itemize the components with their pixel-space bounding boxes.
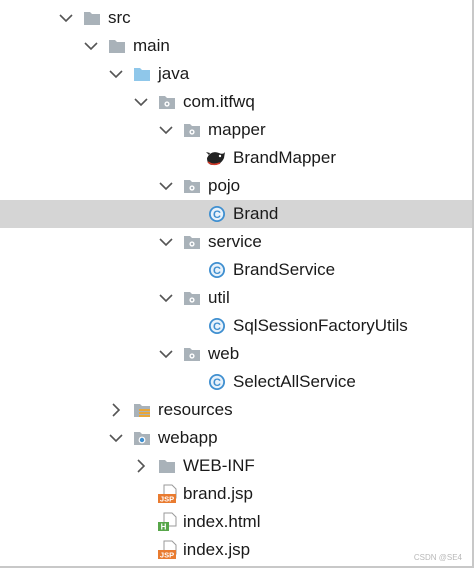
tree-item-sqlsessionfactoryutils[interactable]: C SqlSessionFactoryUtils — [0, 312, 472, 340]
tree-item-label: SqlSessionFactoryUtils — [233, 316, 408, 335]
tree-item-src[interactable]: src — [0, 4, 472, 32]
package-icon — [183, 289, 201, 307]
tree-item-label: BrandService — [233, 260, 336, 279]
mybatis-mapper-icon — [205, 149, 227, 167]
folder-gray-icon — [83, 9, 101, 27]
tree-item-label: util — [208, 288, 230, 307]
package-icon — [183, 345, 201, 363]
package-icon — [183, 121, 201, 139]
folder-gray-icon — [158, 457, 176, 475]
svg-text:C: C — [213, 265, 221, 277]
tree-item-label: java — [158, 64, 190, 83]
tree-item-label: Brand — [233, 204, 279, 223]
svg-text:JSP: JSP — [160, 495, 174, 504]
resources-folder-icon — [133, 401, 151, 419]
tree-item-label: resources — [158, 400, 233, 419]
folder-gray-icon — [108, 37, 126, 55]
tree-item-label: com.itfwq — [183, 92, 255, 111]
tree-item-label: index.html — [183, 512, 261, 531]
tree-item-label: webapp — [158, 428, 218, 447]
tree-item-label: SelectAllService — [233, 372, 356, 391]
chevron-down-icon[interactable] — [158, 234, 174, 250]
tree-item-util[interactable]: util — [0, 284, 472, 312]
chevron-down-icon[interactable] — [83, 38, 99, 54]
chevron-down-icon[interactable] — [158, 290, 174, 306]
tree-item-index-jsp[interactable]: JSP index.jsp — [0, 536, 472, 564]
package-icon — [183, 177, 201, 195]
java-class-icon: C — [208, 261, 226, 279]
svg-text:H: H — [161, 523, 167, 532]
java-class-icon: C — [208, 317, 226, 335]
tree-item-brandmapper[interactable]: BrandMapper — [0, 144, 472, 172]
tree-item-label: service — [208, 232, 262, 251]
tree-item-label: src — [108, 8, 131, 27]
tree-item-label: index.jsp — [183, 540, 251, 559]
tree-item-service[interactable]: service — [0, 228, 472, 256]
tree-item-main[interactable]: main — [0, 32, 472, 60]
project-tree-panel: src main java com.itfwq mapper BrandMapper poj… — [0, 0, 474, 568]
tree-item-selectallservice[interactable]: C SelectAllService — [0, 368, 472, 396]
tree-item-label: WEB-INF — [183, 456, 255, 475]
chevron-down-icon[interactable] — [108, 66, 124, 82]
svg-text:C: C — [213, 209, 221, 221]
jsp-file-icon: JSP — [158, 540, 178, 560]
tree-item-label: main — [133, 36, 170, 55]
html-file-icon: H — [158, 512, 178, 532]
web-folder-icon — [133, 429, 151, 447]
chevron-down-icon[interactable] — [158, 122, 174, 138]
tree-item-webapp[interactable]: webapp — [0, 424, 472, 452]
chevron-down-icon[interactable] — [108, 430, 124, 446]
tree-item-index-html[interactable]: Hindex.html — [0, 508, 472, 536]
java-class-icon: C — [208, 373, 226, 391]
package-icon — [158, 93, 176, 111]
tree-item-label: mapper — [208, 120, 266, 139]
chevron-down-icon[interactable] — [133, 94, 149, 110]
svg-text:C: C — [213, 377, 221, 389]
tree-item-com-itfwq[interactable]: com.itfwq — [0, 88, 472, 116]
tree-item-label: brand.jsp — [183, 484, 253, 503]
folder-source-blue-icon — [133, 65, 151, 83]
chevron-right-icon[interactable] — [108, 402, 124, 418]
tree-item-mapper[interactable]: mapper — [0, 116, 472, 144]
tree-item-web[interactable]: web — [0, 340, 472, 368]
chevron-right-icon[interactable] — [133, 458, 149, 474]
chevron-down-icon[interactable] — [158, 178, 174, 194]
tree-item-brand-jsp[interactable]: JSP brand.jsp — [0, 480, 472, 508]
tree-item-brandservice[interactable]: C BrandService — [0, 256, 472, 284]
tree-item-resources[interactable]: resources — [0, 396, 472, 424]
svg-text:C: C — [213, 321, 221, 333]
jsp-file-icon: JSP — [158, 484, 178, 504]
package-icon — [183, 233, 201, 251]
watermark: CSDN @SE4 — [413, 553, 462, 562]
tree-item-label: pojo — [208, 176, 241, 195]
java-class-icon: C — [208, 205, 226, 223]
chevron-down-icon[interactable] — [58, 10, 74, 26]
tree-item-web-inf[interactable]: WEB-INF — [0, 452, 472, 480]
tree-item-java[interactable]: java — [0, 60, 472, 88]
tree-item-brand[interactable]: C Brand — [0, 200, 472, 228]
tree-item-label: web — [208, 344, 240, 363]
svg-text:JSP: JSP — [160, 551, 174, 560]
chevron-down-icon[interactable] — [158, 346, 174, 362]
tree-item-pojo[interactable]: pojo — [0, 172, 472, 200]
tree-item-label: BrandMapper — [233, 148, 337, 167]
